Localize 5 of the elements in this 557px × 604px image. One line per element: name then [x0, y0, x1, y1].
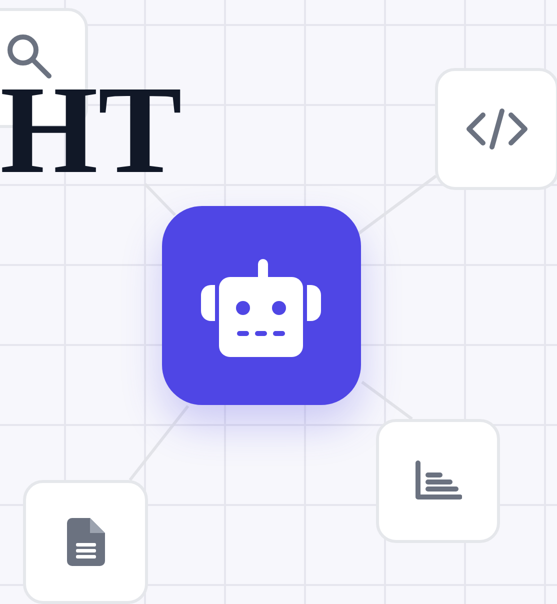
- search-icon: [5, 32, 53, 80]
- code-icon: [465, 107, 529, 151]
- headline-text: HT: [0, 81, 184, 182]
- connector-line: [144, 182, 176, 216]
- document-icon: [66, 518, 104, 566]
